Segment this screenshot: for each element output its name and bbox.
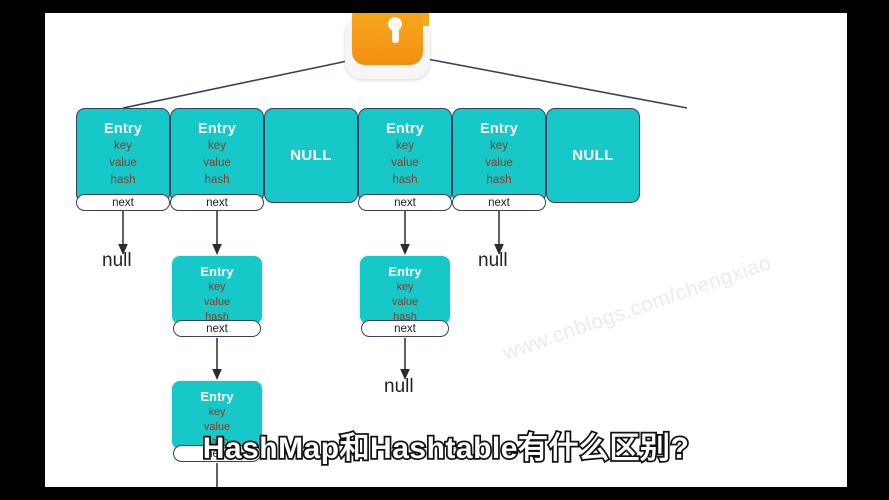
bucket-field-hash-1: hash (204, 174, 230, 186)
bucket-cell-3: Entry key value hash (358, 108, 452, 203)
bucket-field-key-3: key (396, 140, 414, 152)
subtitle-text: HashMap和Hashtable有什么区别? (201, 430, 691, 467)
chain-node-b1-title: Entry (388, 264, 422, 279)
bucket-field-value-1: value (203, 157, 231, 169)
null-terminator-1: null (478, 250, 508, 271)
bucket-field-key-1: key (208, 140, 226, 152)
bucket-cell-4: Entry key value hash (452, 108, 546, 203)
chain-node-a2-key: key (208, 406, 226, 418)
chain-node-b1: Entry key value hash (359, 255, 451, 325)
bucket-cell-1: Entry key value hash (170, 108, 264, 203)
connector-lines (118, 58, 688, 487)
chain-node-b1-key: key (396, 281, 414, 293)
null-terminator-0: null (102, 250, 132, 271)
bucket-title-4: Entry (479, 121, 519, 137)
bucket-title-2: NULL (290, 147, 332, 164)
chain-node-b1-value: value (391, 296, 419, 308)
bucket-next-0: next (76, 194, 170, 211)
bucket-title-5: NULL (572, 147, 614, 164)
lock-icon-keyhole-stem (391, 27, 399, 43)
chain-node-a1-value: value (203, 296, 231, 308)
bucket-field-hash-3: hash (392, 174, 418, 186)
diagram-canvas: Entry key value hash next Entry key valu… (45, 13, 847, 487)
chain-node-a1: Entry key value hash (171, 255, 263, 325)
chain-node-a1-next: next (173, 320, 261, 337)
lock-icon-body (352, 13, 423, 65)
bucket-title-0: Entry (103, 121, 143, 137)
bucket-next-3: next (358, 194, 452, 211)
video-frame: Entry key value hash next Entry key valu… (0, 0, 889, 500)
bucket-cell-2: NULL (264, 108, 358, 203)
bucket-field-hash-0: hash (110, 174, 136, 186)
lock-icon (345, 13, 430, 79)
bucket-cell-0: Entry key value hash (76, 108, 170, 203)
bucket-field-value-4: value (485, 157, 513, 169)
chain-node-a2-title: Entry (200, 389, 234, 404)
bucket-cell-5: NULL (546, 108, 640, 203)
chain-node-a1-key: key (208, 281, 226, 293)
bucket-field-key-0: key (114, 140, 132, 152)
bucket-field-value-0: value (109, 157, 137, 169)
null-terminator-2: null (384, 376, 414, 397)
bucket-title-1: Entry (197, 121, 237, 137)
bucket-title-3: Entry (385, 121, 425, 137)
bucket-field-hash-4: hash (486, 174, 512, 186)
bucket-next-1: next (170, 194, 264, 211)
chain-node-a1-title: Entry (200, 264, 234, 279)
chain-node-b1-next: next (361, 320, 449, 337)
bucket-field-key-4: key (490, 140, 508, 152)
bucket-next-4: next (452, 194, 546, 211)
bucket-field-value-3: value (391, 157, 419, 169)
